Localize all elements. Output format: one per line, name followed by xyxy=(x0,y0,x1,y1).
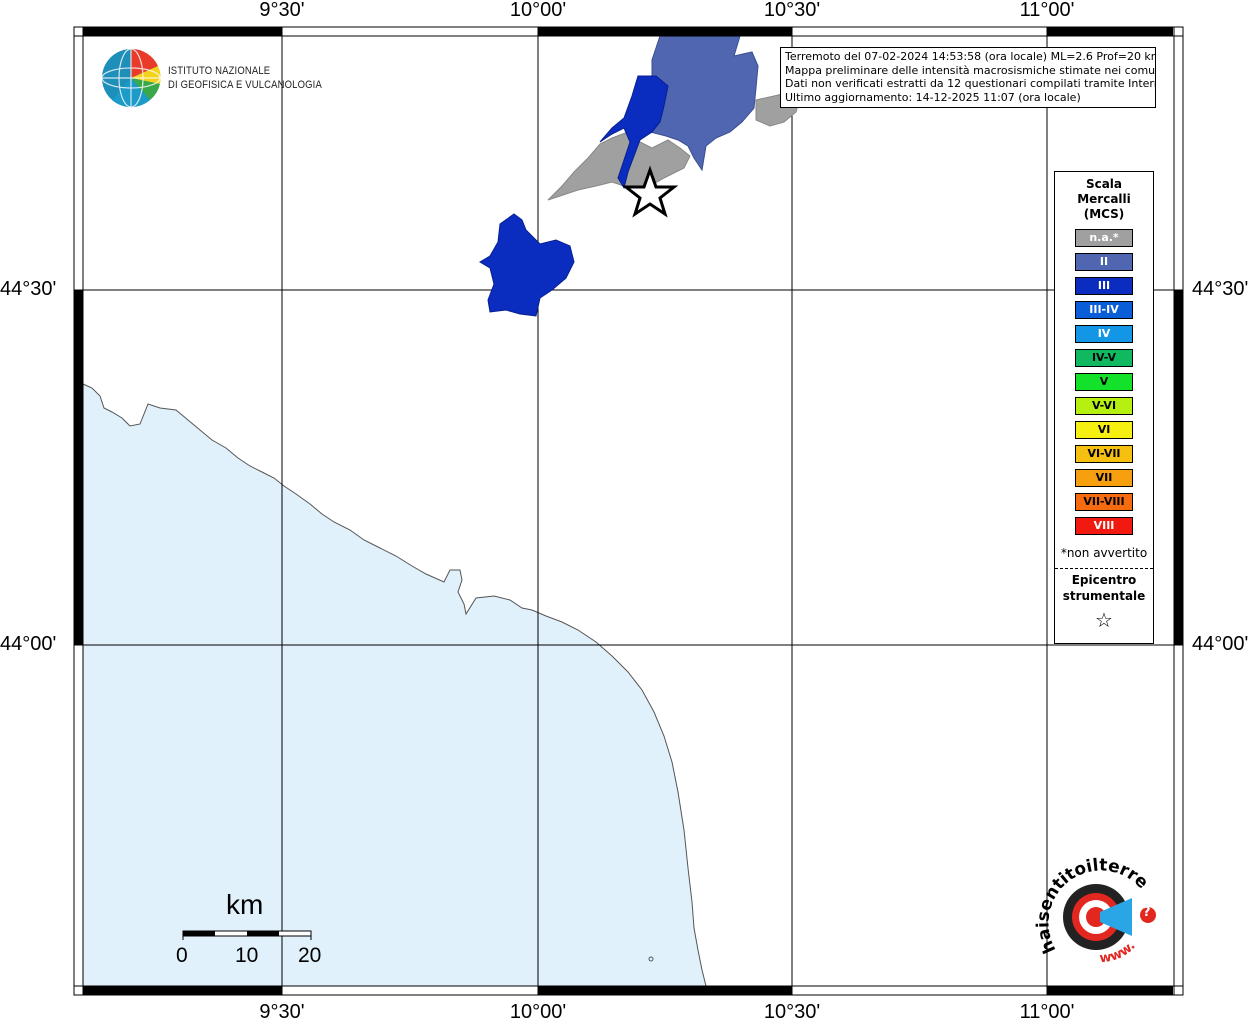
scale-label: 0 xyxy=(176,944,188,967)
top-lon-label: 10°30' xyxy=(763,0,821,21)
bottom-lon-label: 10°00' xyxy=(509,1001,567,1023)
ingv-name-line1: ISTITUTO NAZIONALE xyxy=(168,65,271,77)
legend-swatch: VI xyxy=(1075,421,1133,439)
event-info-line: Dati non verificati estratti da 12 quest… xyxy=(785,77,1156,90)
site-url-text: haisentitoilterremoto.it xyxy=(1030,850,1152,956)
scale-label: 20 xyxy=(298,944,322,967)
legend-swatch: VI-VII xyxy=(1075,445,1133,463)
left-lat-label: 44°00' xyxy=(0,633,57,655)
scale-label: 10 xyxy=(235,944,259,967)
site-www-text: www. xyxy=(1099,939,1139,967)
legend-swatch: VII-VIII xyxy=(1075,493,1133,511)
top-lon-label: 9°30' xyxy=(259,0,305,21)
legend-epicentre-line: Epicentro xyxy=(1071,573,1137,587)
mcs-legend: Scala Mercalli (MCS) n.a.* II III III-IV IV I… xyxy=(1054,171,1154,644)
top-lon-label: 11°00' xyxy=(1019,0,1075,21)
legend-swatch: VII xyxy=(1075,469,1133,487)
legend-swatch: III xyxy=(1075,277,1133,295)
event-info-line: Mappa preliminare delle intensità macros… xyxy=(785,63,1156,77)
event-info-line: Terremoto del 07-02-2024 14:53:58 (ora l… xyxy=(785,50,1156,63)
svg-text:haisentitoilterremoto.it: haisentitoilterremoto.it xyxy=(1030,850,1152,956)
sea-area xyxy=(82,383,707,987)
bottom-lon-label: 9°30' xyxy=(259,1001,305,1023)
legend-note: *non avvertito xyxy=(1060,546,1148,560)
right-lat-label: 44°00' xyxy=(1192,633,1249,655)
legend-epicentre-title: Epicentro strumentale xyxy=(1055,572,1153,604)
legend-swatch: II xyxy=(1075,253,1133,271)
bottom-lon-label: 10°30' xyxy=(763,1001,821,1023)
bottom-lon-label: 11°00' xyxy=(1019,1001,1075,1023)
ingv-logo-icon xyxy=(101,48,161,108)
legend-swatch: VIII xyxy=(1075,517,1133,535)
right-lat-label: 44°30' xyxy=(1192,278,1249,300)
legend-swatch: n.a.* xyxy=(1075,229,1133,247)
question-icon: ? xyxy=(1143,905,1151,920)
event-info-box: Terremoto del 07-02-2024 14:53:58 (ora l… xyxy=(780,47,1156,108)
legend-swatch: III-IV xyxy=(1075,301,1133,319)
legend-swatch: V-VI xyxy=(1075,397,1133,415)
legend-title-line: Scala xyxy=(1085,177,1123,191)
scale-unit: km xyxy=(226,889,264,920)
legend-title-line: Mercalli xyxy=(1077,192,1131,206)
legend-title-line: (MCS) xyxy=(1083,207,1125,221)
legend-swatch: V xyxy=(1075,373,1133,391)
legend-swatch: IV-V xyxy=(1075,349,1133,367)
legend-divider xyxy=(1055,568,1153,569)
top-lon-label: 10°00' xyxy=(509,0,567,21)
legend-swatch: IV xyxy=(1075,325,1133,343)
ingv-name-line2: DI GEOFISICA E VULCANOLOGIA xyxy=(168,79,322,91)
comune-iii-south xyxy=(479,213,575,317)
legend-title: Scala Mercalli (MCS) xyxy=(1055,177,1153,222)
legend-epicentre-line: strumentale xyxy=(1062,589,1146,603)
svg-text:www.: www. xyxy=(1099,939,1139,967)
left-lat-label: 44°30' xyxy=(0,278,57,300)
event-info-line: Ultimo aggiornamento: 14-12-2025 11:07 (… xyxy=(785,90,1081,104)
legend-star-icon: ☆ xyxy=(1095,608,1113,632)
